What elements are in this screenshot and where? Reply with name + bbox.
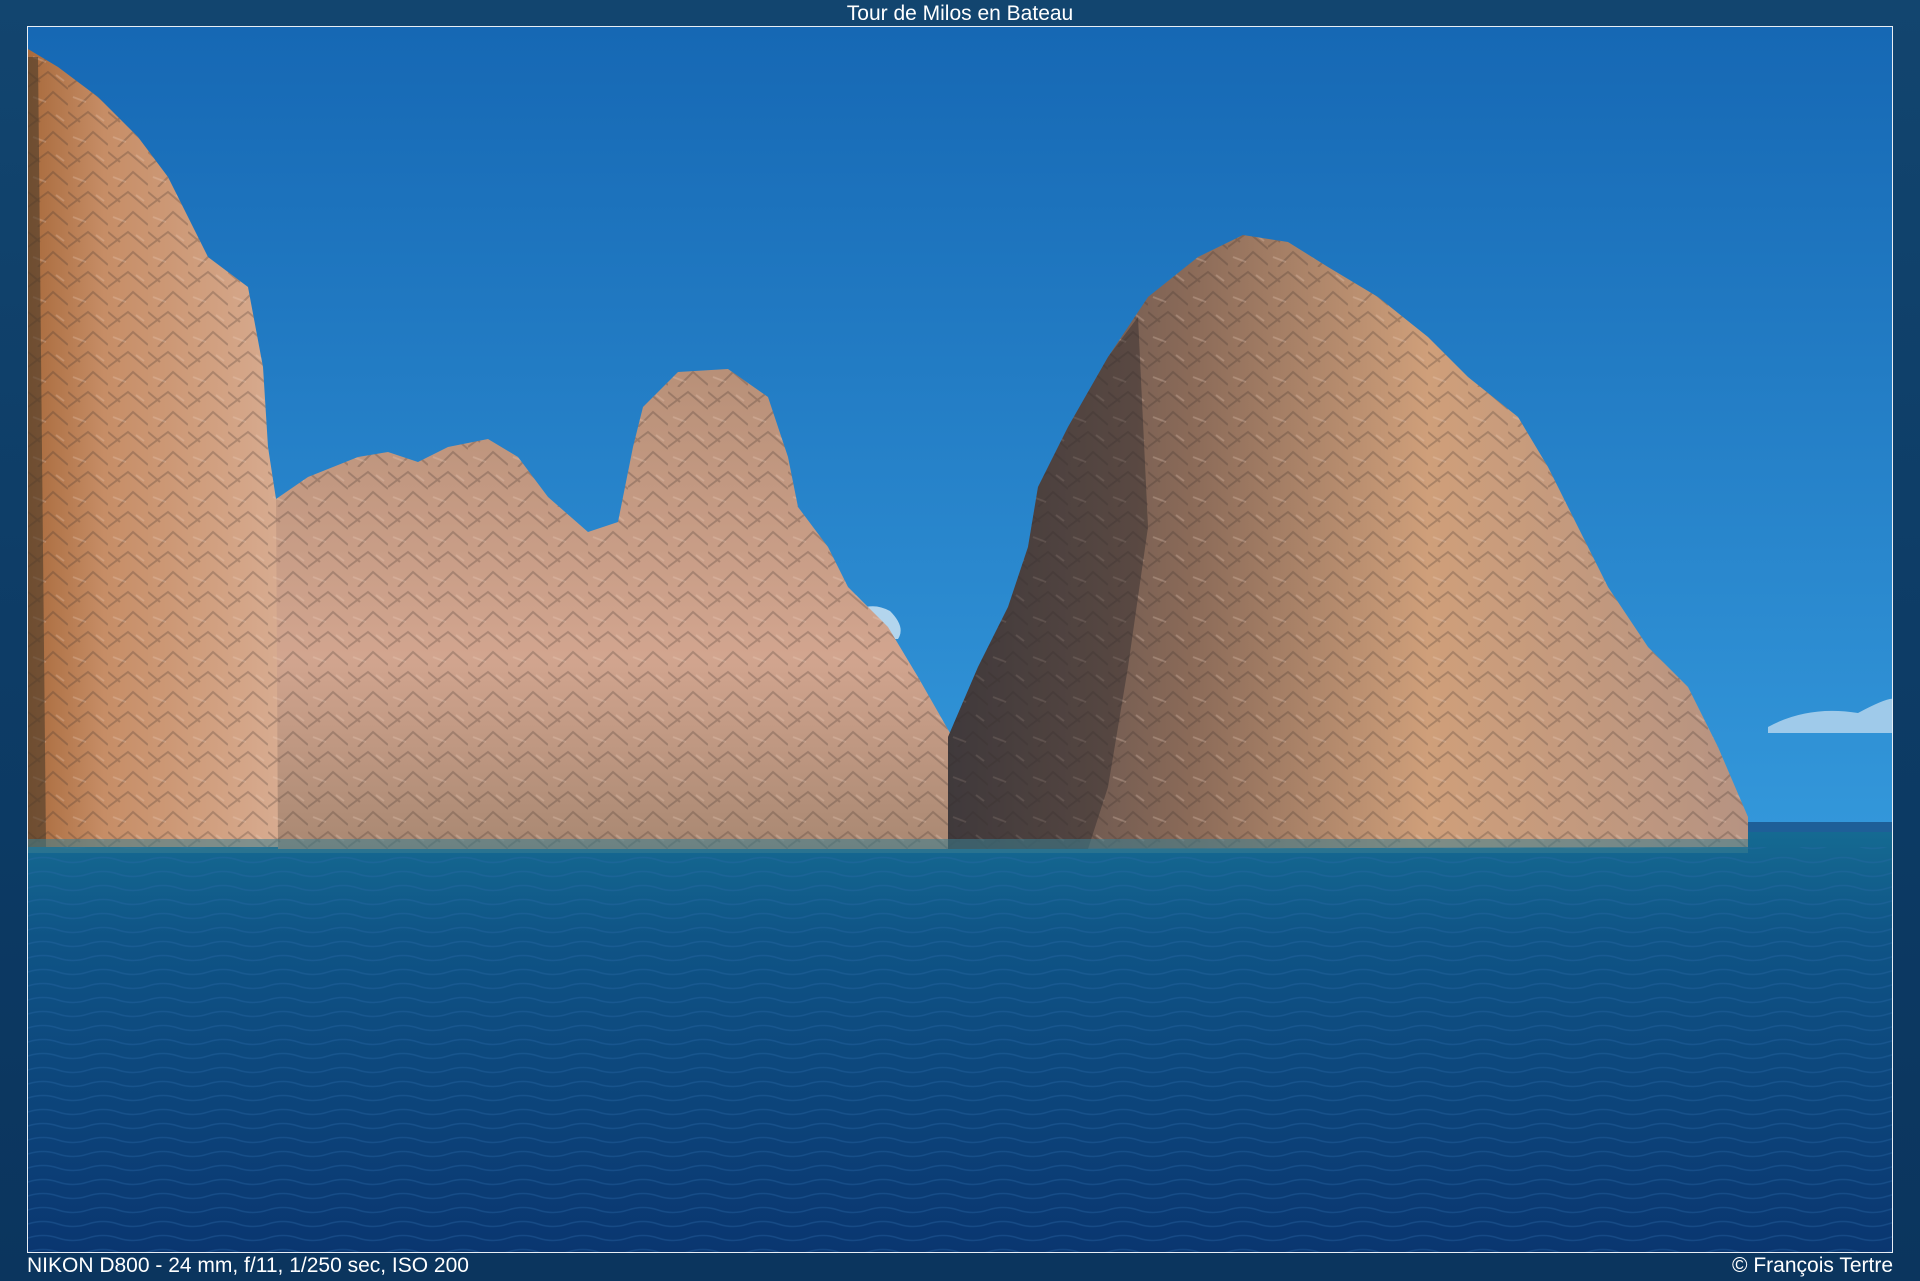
landscape-photo-svg — [28, 27, 1892, 1252]
photo-viewer: Tour de Milos en Bateau NIKON D800 - 24 … — [0, 0, 1920, 1281]
copyright-caption: © François Tertre — [1732, 1254, 1893, 1277]
photo-title: Tour de Milos en Bateau — [846, 2, 1074, 25]
shoreline-reflection — [28, 839, 1748, 853]
exif-caption: NIKON D800 - 24 mm, f/11, 1/250 sec, ISO… — [27, 1254, 469, 1277]
sea-ripples — [28, 847, 1892, 1252]
landscape-photo — [27, 26, 1893, 1253]
